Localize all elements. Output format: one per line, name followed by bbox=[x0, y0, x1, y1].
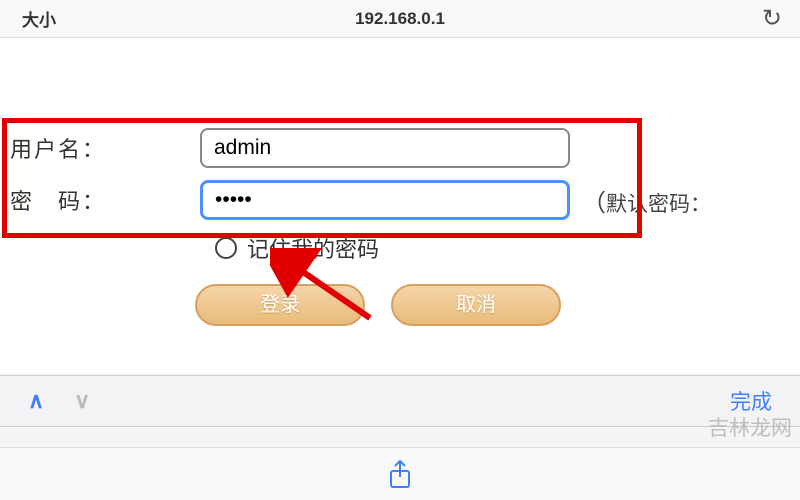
browser-address-bar: 大小 192.168.0.1 ↻ bbox=[0, 0, 800, 38]
cancel-button[interactable]: 取消 bbox=[391, 284, 561, 326]
size-label: 大小 bbox=[22, 6, 56, 31]
password-input[interactable] bbox=[200, 180, 570, 220]
remember-label: 记住我的密码 bbox=[247, 232, 379, 264]
browser-toolbar bbox=[0, 447, 800, 500]
password-label: 密 码： bbox=[10, 184, 200, 216]
login-button[interactable]: 登录 bbox=[195, 284, 365, 326]
reload-icon[interactable]: ↻ bbox=[762, 4, 782, 33]
username-input[interactable] bbox=[200, 128, 570, 168]
checkbox-icon[interactable] bbox=[215, 237, 237, 259]
username-label: 用户名： bbox=[10, 132, 200, 164]
button-row: 登录 取消 bbox=[0, 284, 800, 326]
password-row: 密 码： （默认密码： bbox=[0, 180, 800, 220]
hint-open-paren: （ bbox=[582, 190, 606, 217]
login-page-content: 用户名： 密 码： （默认密码： 记住我的密码 登录 取消 bbox=[0, 38, 800, 373]
keyboard-accessory-bar: ∧ ∨ 完成 bbox=[0, 375, 800, 427]
url-display[interactable]: 192.168.0.1 bbox=[355, 9, 445, 29]
chevron-up-icon[interactable]: ∧ bbox=[28, 388, 44, 414]
form-nav-arrows: ∧ ∨ bbox=[28, 388, 90, 414]
password-hint: （默认密码： bbox=[582, 183, 711, 218]
username-row: 用户名： bbox=[0, 128, 800, 168]
watermark-text: 吉林龙网 bbox=[708, 412, 792, 442]
remember-row[interactable]: 记住我的密码 bbox=[0, 232, 800, 264]
share-icon[interactable] bbox=[387, 459, 413, 489]
chevron-down-icon: ∨ bbox=[74, 388, 90, 414]
hint-label: 默认密码： bbox=[606, 193, 711, 216]
